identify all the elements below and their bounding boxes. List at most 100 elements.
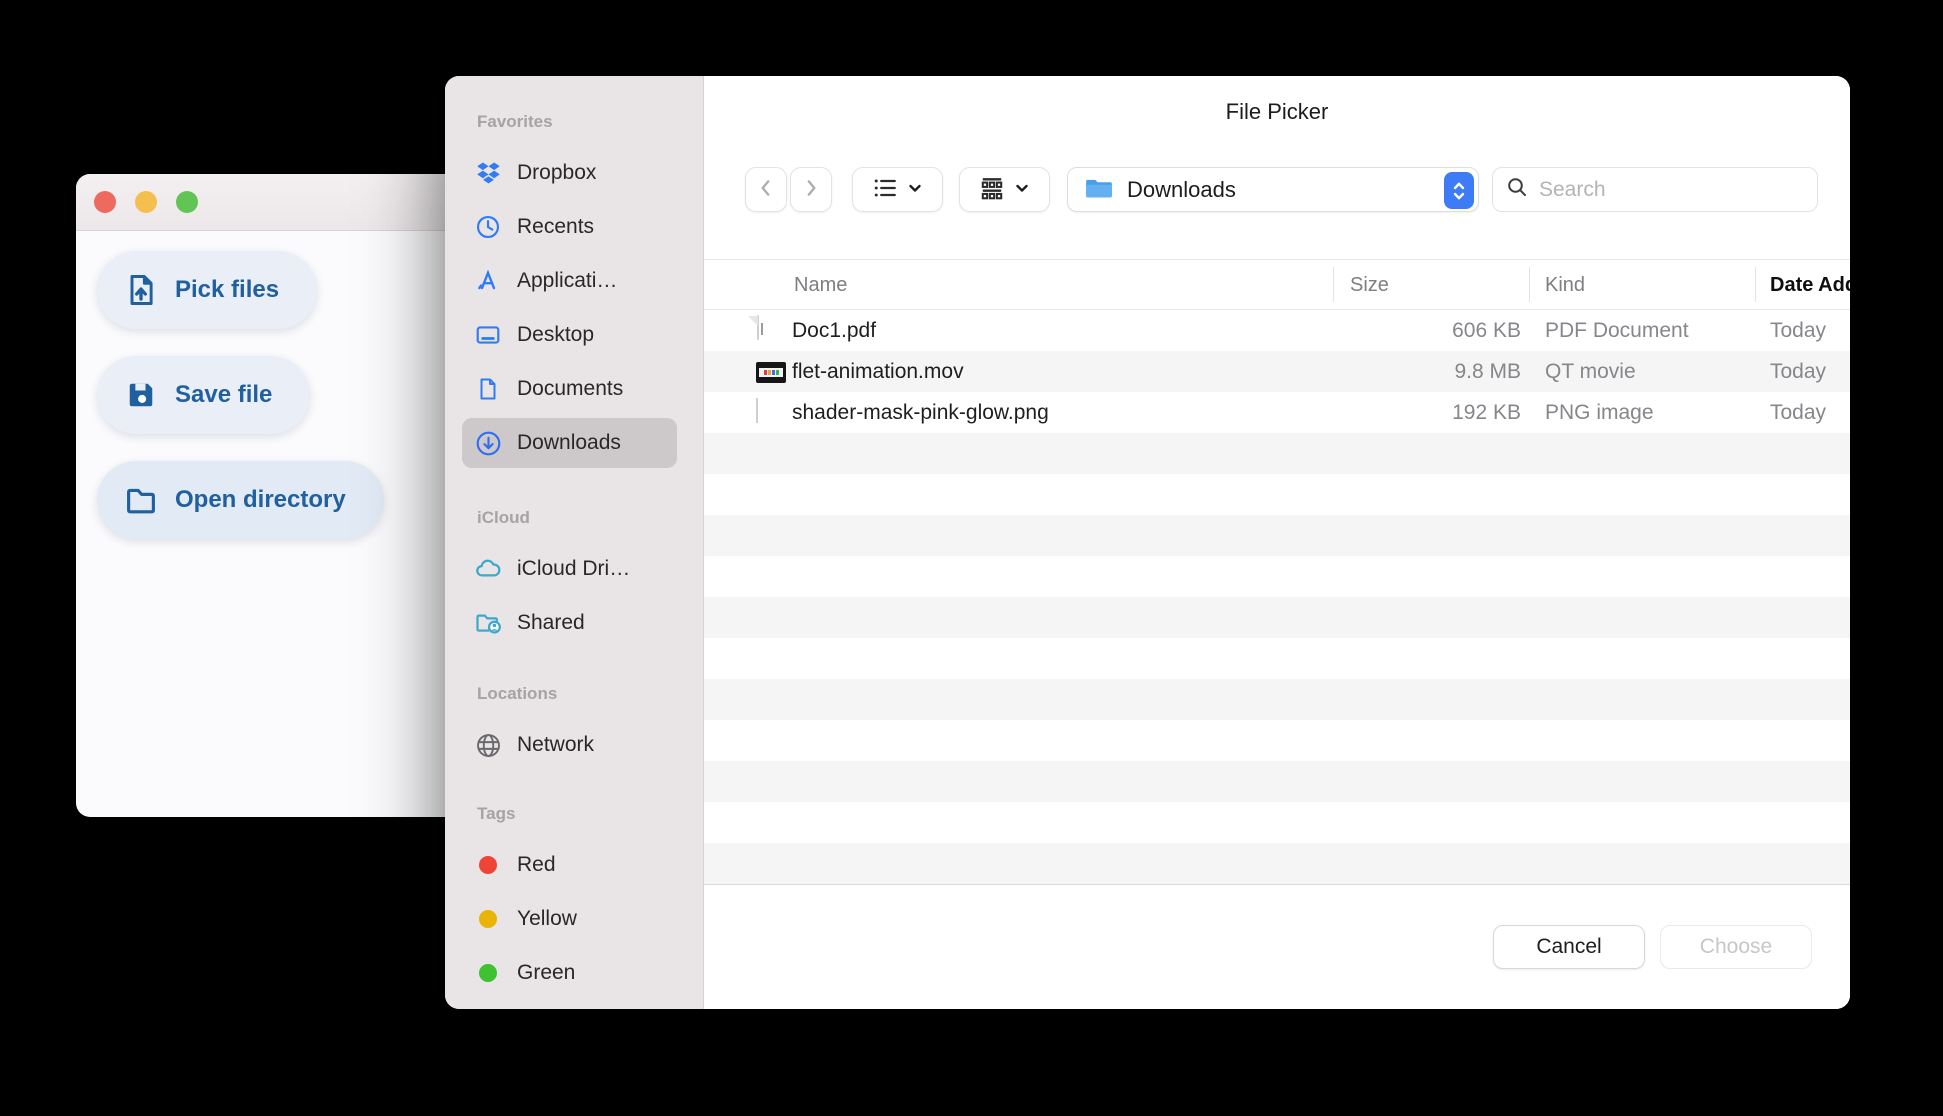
file-picker-main: File Picker Downloads Search Name Size K…: [704, 76, 1850, 1009]
document-icon: [473, 377, 503, 401]
forward-button[interactable]: [790, 167, 832, 212]
sidebar-item-label: Yellow: [517, 907, 577, 930]
sidebar: Favorites Dropbox Recents Applicati… Des…: [445, 76, 704, 1009]
choose-button[interactable]: Choose: [1660, 925, 1812, 969]
table-header: Name Size Kind Date Added: [704, 259, 1850, 310]
close-traffic-light[interactable]: [94, 191, 116, 213]
toolbar: Downloads: [745, 167, 1818, 212]
search-icon: [1505, 175, 1529, 204]
app-window-body: Pick files Save file Open directory: [76, 231, 470, 539]
sidebar-item-label: Downloads: [517, 431, 621, 454]
chevron-left-icon: [755, 177, 777, 202]
desktop: Pick files Save file Open directory Favo…: [0, 0, 1943, 1116]
sidebar-item-tag-green[interactable]: Green: [462, 946, 677, 1000]
dropbox-icon: [473, 160, 503, 187]
zoom-traffic-light[interactable]: [176, 191, 198, 213]
column-header-name[interactable]: Name: [794, 260, 847, 311]
column-divider: [1333, 267, 1334, 302]
file-kind: PNG image: [1545, 401, 1654, 424]
cancel-button[interactable]: Cancel: [1493, 925, 1645, 969]
chevron-down-icon: [907, 180, 923, 199]
app-window-titlebar[interactable]: [76, 174, 470, 231]
sidebar-item-label: Applicati…: [517, 269, 618, 292]
sidebar-item-dropbox[interactable]: Dropbox: [462, 146, 677, 200]
minimize-traffic-light[interactable]: [135, 191, 157, 213]
download-circle-icon: [473, 430, 503, 457]
sidebar-item-label: iCloud Dri…: [517, 557, 631, 580]
folder-stepper-icon[interactable]: [1444, 172, 1474, 209]
open-directory-label: Open directory: [175, 486, 346, 513]
sidebar-item-applications[interactable]: Applicati…: [462, 254, 677, 308]
shared-folder-icon: [473, 609, 503, 637]
chevron-right-icon: [800, 177, 822, 202]
sidebar-section-icloud: iCloud: [477, 508, 530, 527]
list-view-dropdown[interactable]: [852, 167, 943, 212]
cloud-icon: [473, 555, 503, 583]
file-size: 192 KB: [1452, 401, 1521, 424]
list-view-icon: [872, 175, 898, 204]
sidebar-item-label: Dropbox: [517, 161, 597, 184]
sidebar-section-tags: Tags: [477, 804, 516, 823]
pick-files-label: Pick files: [175, 276, 280, 303]
sidebar-item-label: Desktop: [517, 323, 595, 346]
sidebar-item-network[interactable]: Network: [462, 718, 677, 772]
sidebar-item-label: Shared: [517, 611, 585, 634]
app-window: Pick files Save file Open directory: [76, 174, 470, 817]
current-folder-label: Downloads: [1127, 176, 1236, 202]
save-file-label: Save file: [175, 381, 273, 408]
file-date-added: Today: [1770, 360, 1827, 383]
pick-files-button[interactable]: Pick files: [97, 251, 318, 329]
file-name: Doc1.pdf: [792, 319, 877, 342]
column-divider: [1755, 267, 1756, 302]
back-button[interactable]: [745, 167, 787, 212]
column-header-kind[interactable]: Kind: [1545, 260, 1585, 311]
file-list: Doc1.pdf 606 KB PDF Document Today flet-…: [704, 310, 1850, 884]
folder-open-icon: [123, 482, 159, 518]
file-size: 9.8 MB: [1454, 360, 1521, 383]
column-header-date-added[interactable]: Date Added: [1770, 260, 1850, 311]
sidebar-item-icloud-drive[interactable]: iCloud Dri…: [462, 542, 677, 596]
file-kind: QT movie: [1545, 360, 1636, 383]
sidebar-item-tag-red[interactable]: Red: [462, 838, 677, 892]
open-directory-button[interactable]: Open directory: [97, 461, 384, 539]
group-view-dropdown[interactable]: [959, 167, 1050, 212]
image-file-icon: [756, 397, 783, 428]
file-kind: PDF Document: [1545, 319, 1689, 342]
chevron-down-icon: [1014, 180, 1030, 199]
table-row[interactable]: shader-mask-pink-glow.png 192 KB PNG ima…: [704, 392, 1850, 433]
file-size: 606 KB: [1452, 319, 1521, 342]
table-row[interactable]: flet-animation.mov 9.8 MB QT movie Today: [704, 351, 1850, 392]
sidebar-item-downloads[interactable]: Downloads: [462, 418, 677, 468]
sidebar-item-documents[interactable]: Documents: [462, 362, 677, 416]
file-date-added: Today: [1770, 319, 1827, 342]
sidebar-item-tag-yellow[interactable]: Yellow: [462, 892, 677, 946]
column-header-size[interactable]: Size: [1350, 260, 1389, 311]
desktop-icon: [473, 322, 503, 348]
globe-icon: [473, 732, 503, 759]
dialog-footer: Cancel Choose: [704, 884, 1850, 1009]
search-input[interactable]: [1539, 177, 1807, 202]
sidebar-item-desktop[interactable]: Desktop: [462, 308, 677, 362]
table-row[interactable]: Doc1.pdf 606 KB PDF Document Today: [704, 310, 1850, 351]
search-field[interactable]: [1492, 167, 1818, 212]
app-store-icon: [473, 268, 503, 294]
sidebar-item-label: Red: [517, 853, 556, 876]
sidebar-item-label: Green: [517, 961, 576, 984]
clock-icon: [473, 214, 503, 240]
yellow-tag-icon: [479, 910, 497, 928]
save-file-button[interactable]: Save file: [97, 356, 311, 434]
movie-file-icon: [756, 356, 786, 387]
sidebar-item-label: Documents: [517, 377, 624, 400]
sidebar-item-shared[interactable]: Shared: [462, 596, 677, 650]
column-divider: [1529, 267, 1530, 302]
pdf-file-icon: [756, 315, 783, 346]
folder-icon: [1084, 174, 1114, 205]
green-tag-icon: [479, 964, 497, 982]
file-upload-icon: [123, 272, 159, 308]
sidebar-section-favorites: Favorites: [477, 112, 553, 131]
file-picker-dialog: Favorites Dropbox Recents Applicati… Des…: [445, 76, 1850, 1009]
current-folder-select[interactable]: Downloads: [1067, 167, 1479, 212]
sidebar-item-label: Recents: [517, 215, 595, 238]
sidebar-item-recents[interactable]: Recents: [462, 200, 677, 254]
file-name: flet-animation.mov: [792, 360, 964, 383]
